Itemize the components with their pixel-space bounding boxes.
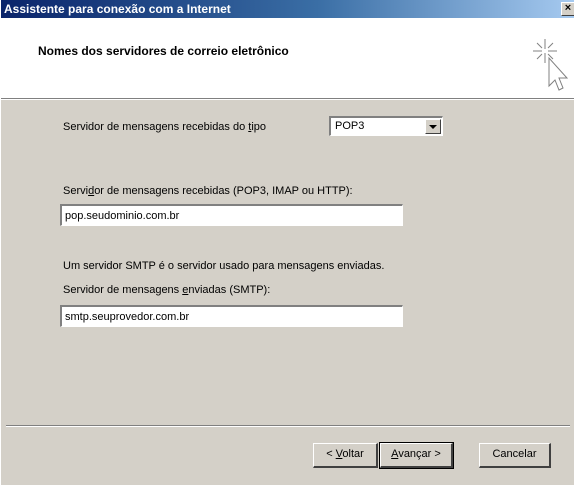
close-icon: × — [564, 2, 572, 14]
header-separator — [1, 98, 574, 100]
outgoing-server-input[interactable] — [60, 305, 403, 327]
incoming-server-input[interactable] — [60, 204, 403, 226]
next-button[interactable]: Avançar > — [379, 442, 454, 469]
outgoing-server-label: Servidor de mensagens enviadas (SMTP): — [63, 284, 271, 296]
incoming-type-select[interactable]: POP3 — [329, 116, 443, 136]
back-button[interactable]: < Voltar — [313, 443, 378, 468]
smtp-note: Um servidor SMTP é o servidor usado para… — [63, 260, 385, 272]
close-button[interactable]: × — [561, 2, 574, 16]
incoming-server-label: Servidor de mensagens recebidas (POP3, I… — [63, 185, 353, 197]
chevron-down-icon[interactable] — [425, 119, 441, 134]
wizard-header: Nomes dos servidores de correio eletrôni… — [1, 18, 574, 98]
title-bar[interactable]: Assistente para conexão com a Internet × — [1, 0, 574, 18]
incoming-type-value: POP3 — [335, 120, 365, 132]
footer-separator — [6, 425, 570, 427]
wizard-sparkle-cursor-icon — [533, 39, 569, 91]
page-title: Nomes dos servidores de correio eletrôni… — [38, 44, 289, 58]
window-title: Assistente para conexão com a Internet — [4, 2, 231, 16]
incoming-type-label: Servidor de mensagens recebidas do tipo — [63, 121, 267, 133]
wizard-window: Assistente para conexão com a Internet ×… — [0, 0, 574, 485]
cancel-button[interactable]: Cancelar — [479, 443, 551, 468]
